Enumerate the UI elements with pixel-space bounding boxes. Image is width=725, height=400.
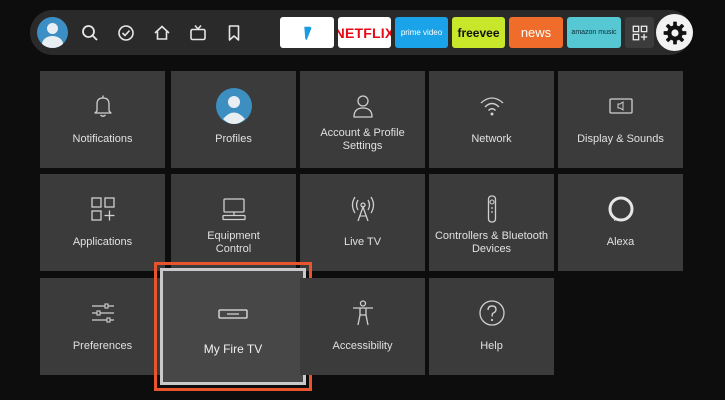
live-tv-icon[interactable] <box>188 23 208 43</box>
bell-icon <box>88 91 118 121</box>
display-speaker-icon <box>606 91 636 121</box>
settings-tile-preferences[interactable]: Preferences <box>40 278 165 375</box>
tile-label: Notifications <box>72 133 133 145</box>
tile-label: Controllers & Bluetooth Devices <box>433 230 550 256</box>
broadcast-antenna-icon <box>348 194 378 224</box>
tile-label: Account & Profile Settings <box>304 127 421 153</box>
netflix-logo-text: NETFLIX <box>338 24 391 41</box>
app-tile-amazon-music[interactable]: amazon music <box>567 17 621 48</box>
prime-logo-text: prime video <box>400 28 443 37</box>
tv-equipment-icon <box>219 194 249 224</box>
top-navigation-bar: NETFLIX prime video freevee news amazon … <box>30 10 693 55</box>
settings-tile-applications[interactable]: Applications <box>40 174 165 271</box>
app-grid-add-icon <box>632 25 647 40</box>
tile-label: Help <box>480 340 503 352</box>
app-library-button[interactable] <box>625 17 654 48</box>
tile-label: Equipment Control <box>175 230 292 256</box>
app-tile-streaming-app[interactable] <box>280 17 334 48</box>
blue-app-logo-icon <box>304 26 312 40</box>
applications-grid-icon <box>88 194 118 224</box>
settings-tile-profiles[interactable]: Profiles <box>171 71 296 168</box>
tile-label: Accessibility <box>332 340 393 352</box>
settings-tile-network[interactable]: Network <box>429 71 554 168</box>
label-line-2: Control <box>215 243 252 255</box>
settings-tile-display-sounds[interactable]: Display & Sounds <box>558 71 683 168</box>
bookmark-icon[interactable] <box>224 23 244 43</box>
settings-tile-controllers-bluetooth[interactable]: Controllers & Bluetooth Devices <box>429 174 554 271</box>
settings-tile-help[interactable]: Help <box>429 278 554 375</box>
settings-tile-equipment-control[interactable]: Equipment Control <box>171 174 296 271</box>
settings-tile-account-profile-settings[interactable]: Account & Profile Settings <box>300 71 425 168</box>
label-line-2: Devices <box>471 243 512 255</box>
wifi-icon <box>477 91 507 121</box>
tile-label: Applications <box>72 236 133 248</box>
settings-tile-live-tv[interactable]: Live TV <box>300 174 425 271</box>
remote-control-icon <box>477 194 507 224</box>
sliders-icon <box>88 298 118 328</box>
search-icon[interactable] <box>80 23 100 43</box>
tile-label: Preferences <box>72 340 133 352</box>
label-line-1: Account & Profile <box>320 127 405 139</box>
freevee-logo-text: freevee <box>457 25 500 40</box>
gear-icon <box>663 21 686 44</box>
settings-tile-accessibility[interactable]: Accessibility <box>300 278 425 375</box>
label-line-2: Settings <box>342 140 383 152</box>
label-line-1: Equipment <box>207 230 260 242</box>
settings-gear-button[interactable] <box>656 14 693 51</box>
label-line-1: Controllers & Bluetooth <box>434 230 549 242</box>
tile-label: Live TV <box>343 236 382 248</box>
app-tile-prime-video[interactable]: prime video <box>395 17 448 48</box>
settings-tile-alexa[interactable]: Alexa <box>558 174 683 271</box>
help-question-icon <box>477 298 507 328</box>
settings-tile-notifications[interactable]: Notifications <box>40 71 165 168</box>
tile-label: Alexa <box>606 236 635 248</box>
alexa-ring-icon <box>606 194 636 224</box>
avatar-body <box>42 36 63 48</box>
tile-label: Display & Sounds <box>577 133 664 145</box>
amazon-music-logo-text: amazon music <box>571 29 617 36</box>
tile-label: Network <box>471 133 512 145</box>
person-icon <box>348 91 378 121</box>
home-icon[interactable] <box>152 23 172 43</box>
profile-avatar-icon <box>215 88 252 124</box>
profile-avatar[interactable] <box>37 17 68 48</box>
app-tile-netflix[interactable]: NETFLIX <box>338 17 391 48</box>
accessibility-person-icon <box>348 298 378 328</box>
app-tile-freevee[interactable]: freevee <box>452 17 505 48</box>
news-logo-text: news <box>520 25 552 40</box>
app-tile-news[interactable]: news <box>509 17 563 48</box>
tile-label: Profiles <box>215 133 252 145</box>
focus-highlight-outline <box>154 262 312 391</box>
avatar-head <box>47 23 58 34</box>
check-circle-icon[interactable] <box>116 23 136 43</box>
